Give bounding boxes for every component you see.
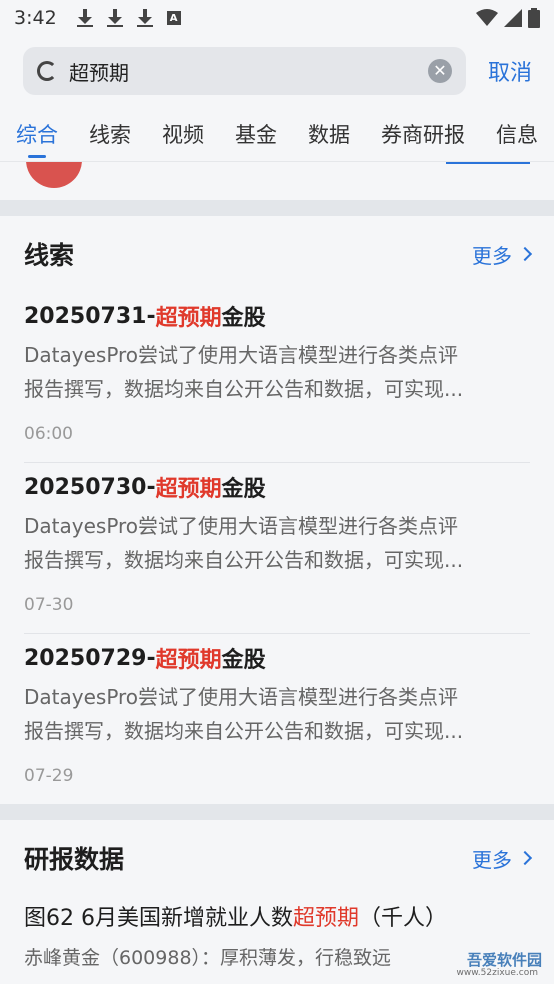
item-title-suffix: 金股 [221, 306, 266, 331]
tab-overview[interactable]: 综合 [16, 106, 58, 161]
watermark-url: www.52zixue.com [456, 968, 538, 978]
signal-icon [504, 9, 522, 27]
tab-video[interactable]: 视频 [162, 106, 204, 161]
more-label: 更多 [472, 243, 512, 268]
item-title-prefix: 20250730- [24, 474, 156, 500]
list-item[interactable]: 20250731- 超预期 金股 DatayesPro尝试了使用大语言模型进行各类点… [24, 292, 530, 463]
divider [446, 162, 530, 164]
item-title: 20250729- 超预期 金股 [24, 638, 530, 678]
item-description: DatayesPro尝试了使用大语言模型进行各类点评 报告撰写，数据均来自公开公… [24, 509, 530, 577]
tab-clues[interactable]: 线索 [89, 106, 131, 161]
item-desc-line: DatayesPro尝试了使用大语言模型进行各类点评 [24, 343, 459, 367]
search-box[interactable]: ✕ [23, 47, 466, 95]
chevron-right-icon [517, 246, 533, 262]
item-title-keyword: 超预期 [155, 306, 222, 331]
item-time: 07-30 [24, 595, 74, 615]
item-title: 20250731- 超预期 金股 [24, 296, 530, 336]
item-desc-line: 报告撰写，数据均来自公开公告和数据，可实现... [24, 719, 464, 743]
item-title-prefix: 20250731- [24, 303, 156, 329]
section-title: 研报数据 [24, 845, 125, 874]
item-title-suffix: 金股 [221, 477, 266, 502]
item-desc-line: DatayesPro尝试了使用大语言模型进行各类点评 [24, 514, 459, 538]
section-divider [0, 804, 554, 820]
item-desc-line: 报告撰写，数据均来自公开公告和数据，可实现... [24, 548, 464, 572]
clear-icon[interactable]: ✕ [427, 59, 452, 83]
status-bar: 3:42 A [0, 0, 554, 36]
item-desc-line: 报告撰写，数据均来自公开公告和数据，可实现... [24, 377, 464, 401]
clues-section: 线索 更多 20250731- 超预期 金股 DatayesPro尝试了使用大语言模… [0, 216, 554, 804]
download-icon [76, 9, 93, 27]
item-desc-line: DatayesPro尝试了使用大语言模型进行各类点评 [24, 685, 459, 709]
status-time: 3:42 [14, 7, 57, 29]
item-title: 20250730- 超预期 金股 [24, 467, 530, 507]
list-item[interactable]: 20250730- 超预期 金股 DatayesPro尝试了使用大语言模型进行各类点… [24, 463, 530, 634]
item-time: 06:00 [24, 424, 73, 444]
watermark-name: 吾爱软件园 [466, 951, 542, 969]
item-description: DatayesPro尝试了使用大语言模型进行各类点评 报告撰写，数据均来自公开公… [24, 338, 530, 406]
report-title-prefix: 图62 6月美国新增就业人数 [24, 906, 293, 931]
search-input[interactable] [69, 59, 428, 83]
loading-icon [37, 61, 57, 81]
item-title-keyword: 超预期 [155, 477, 222, 502]
watermark: 吾爱软件园 www.52zixue.com [418, 918, 548, 978]
item-title-suffix: 金股 [221, 648, 266, 673]
item-description: DatayesPro尝试了使用大语言模型进行各类点评 报告撰写，数据均来自公开公… [24, 680, 530, 748]
report-title-keyword: 超预期 [293, 906, 360, 931]
item-title-prefix: 20250729- [24, 645, 156, 671]
tab-fund[interactable]: 基金 [235, 106, 277, 161]
battery-icon [528, 8, 540, 28]
list-item[interactable]: 20250729- 超预期 金股 DatayesPro尝试了使用大语言模型进行各类点… [24, 634, 530, 804]
notification-a-icon: A [166, 11, 181, 25]
more-button[interactable]: 更多 [472, 844, 533, 873]
download-icon [106, 9, 123, 27]
chevron-right-icon [517, 850, 533, 866]
download-icon [136, 9, 153, 27]
wifi-icon [476, 9, 498, 26]
more-label: 更多 [472, 847, 512, 872]
more-button[interactable]: 更多 [472, 240, 533, 269]
tab-broker-research[interactable]: 券商研报 [381, 106, 465, 161]
cancel-button[interactable]: 取消 [488, 55, 532, 87]
category-tabs: 综合 线索 视频 基金 数据 券商研报 信息 [0, 106, 554, 162]
avatar [26, 162, 82, 188]
section-title: 线索 [24, 241, 75, 270]
item-time: 07-29 [24, 766, 74, 786]
tab-data[interactable]: 数据 [308, 106, 350, 161]
item-title-keyword: 超预期 [155, 648, 222, 673]
previous-section-peek [0, 162, 554, 200]
section-divider [0, 200, 554, 216]
search-bar: ✕ 取消 [0, 36, 554, 106]
tab-info[interactable]: 信息 [496, 106, 538, 161]
